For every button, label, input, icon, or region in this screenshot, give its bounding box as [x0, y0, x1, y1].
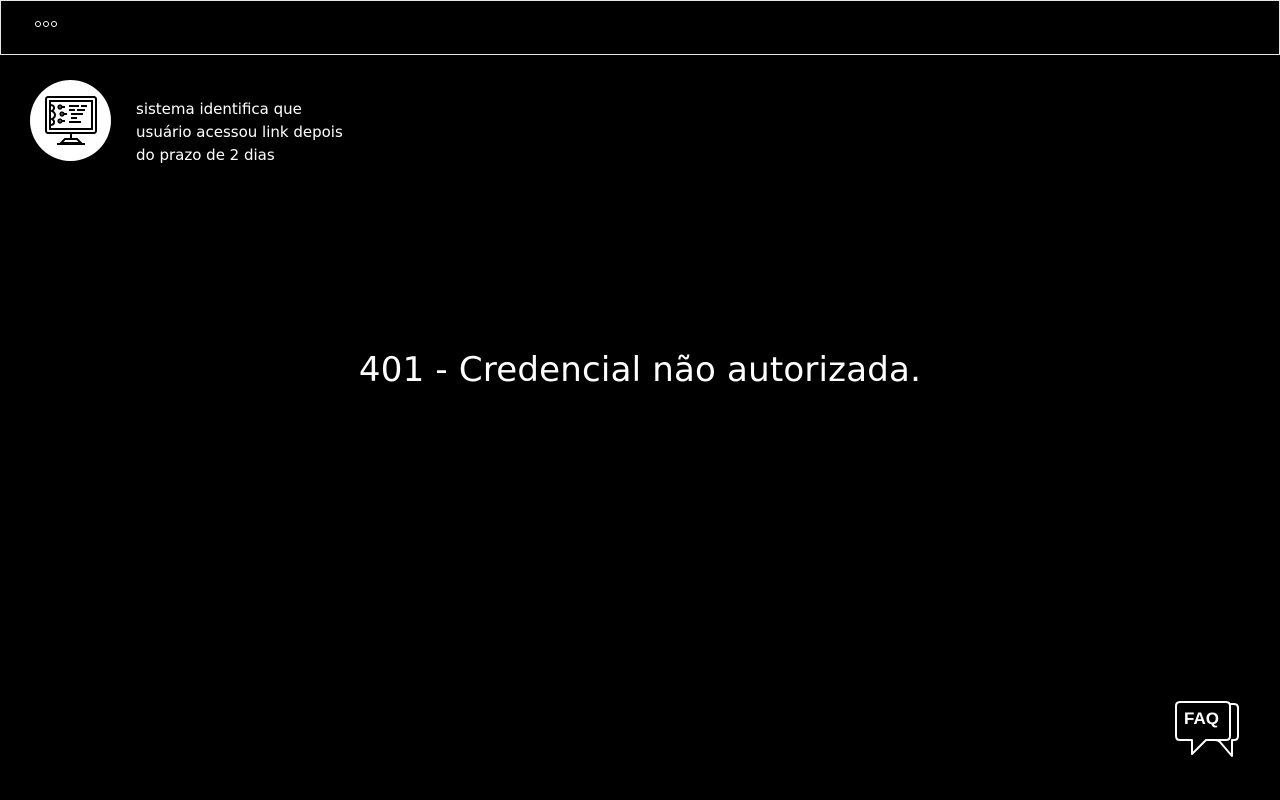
dot: [51, 21, 57, 27]
note-line: usuário acessou link depois: [136, 123, 343, 141]
window-dots-icon[interactable]: [35, 21, 57, 27]
error-message: 401 - Credencial não autorizada.: [358, 350, 922, 390]
faq-label: FAQ: [1184, 709, 1219, 728]
monitor-code-icon: [44, 95, 97, 145]
note-line: sistema identifica que: [136, 100, 302, 118]
faq-button[interactable]: FAQ: [1172, 700, 1242, 760]
note-line: do prazo de 2 dias: [136, 146, 275, 164]
dot: [35, 21, 41, 27]
top-bar: [0, 0, 1280, 55]
note-text: sistema identifica que usuário acessou l…: [136, 98, 356, 167]
monitor-code-avatar: [30, 80, 111, 161]
dot: [43, 21, 49, 27]
